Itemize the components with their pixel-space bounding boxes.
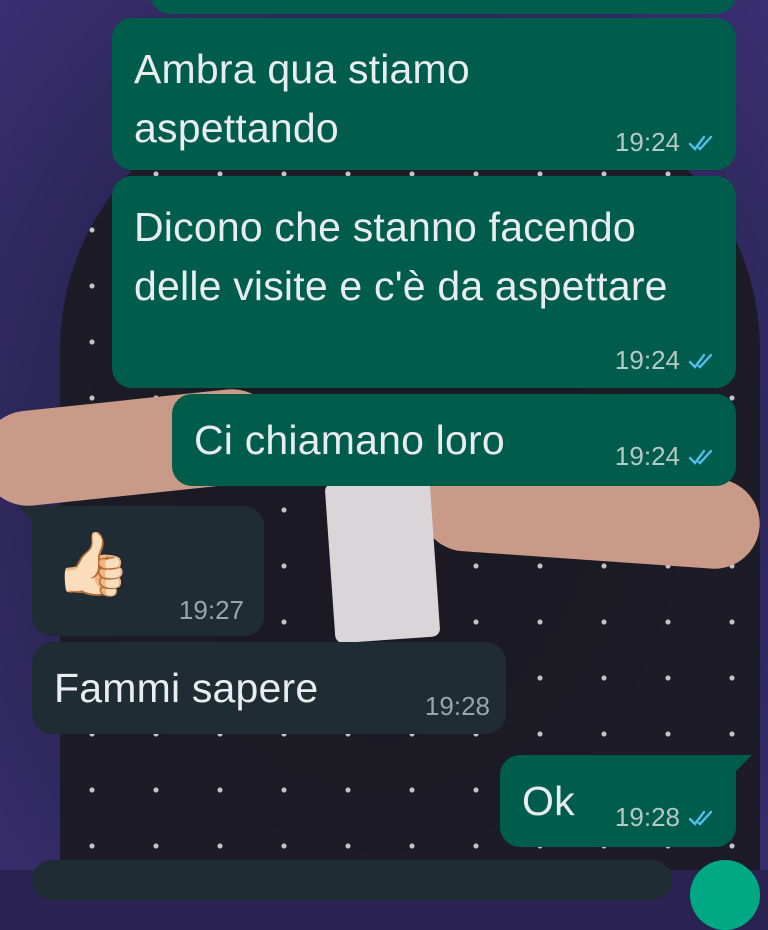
message-text: Fammi sapere (54, 665, 319, 711)
message-meta: 19:24 (615, 127, 716, 158)
message-meta: 19:28 (615, 802, 716, 833)
double-check-icon (688, 135, 713, 151)
thumbs-up-icon: 👍🏻 (54, 527, 132, 600)
message-time: 19:24 (614, 345, 680, 375)
message-text: Ambra qua stiamo aspettando (134, 46, 470, 151)
message-text: Ok (522, 778, 575, 824)
double-check-icon (688, 353, 713, 369)
message-time: 19:28 (614, 802, 680, 832)
double-check-icon (688, 810, 713, 826)
message-bubble-incoming[interactable]: 👍🏻 19:27 (32, 506, 264, 636)
message-bubble-outgoing[interactable]: Dicono che stanno facendo delle visite e… (112, 176, 736, 388)
message-bubble-outgoing[interactable]: Ok 19:28 (500, 755, 736, 847)
message-meta: 19:28 (425, 691, 490, 722)
message-bubble-outgoing[interactable]: Ambra qua stiamo aspettando 19:24 (112, 18, 736, 170)
bubble-tail-outgoing (732, 755, 752, 775)
message-time: 19:27 (178, 595, 244, 625)
message-text: Dicono che stanno facendo delle visite e… (134, 204, 668, 309)
wallpaper-cuff (324, 476, 441, 644)
message-bubble-incoming[interactable]: Fammi sapere 19:28 (32, 642, 506, 734)
message-bubble-previous[interactable] (150, 0, 736, 14)
message-bubble-outgoing[interactable]: Ci chiamano loro 19:24 (172, 394, 736, 486)
message-input-bar[interactable] (32, 860, 672, 900)
send-button[interactable] (690, 860, 760, 930)
message-meta: 19:27 (179, 595, 244, 626)
message-time: 19:24 (614, 127, 680, 157)
message-time: 19:24 (614, 441, 680, 471)
message-text: Ci chiamano loro (194, 417, 505, 463)
double-check-icon (688, 449, 713, 465)
message-time: 19:28 (424, 691, 490, 721)
bubble-tail-incoming (18, 506, 38, 526)
message-meta: 19:24 (615, 441, 716, 472)
message-meta: 19:24 (615, 345, 716, 376)
